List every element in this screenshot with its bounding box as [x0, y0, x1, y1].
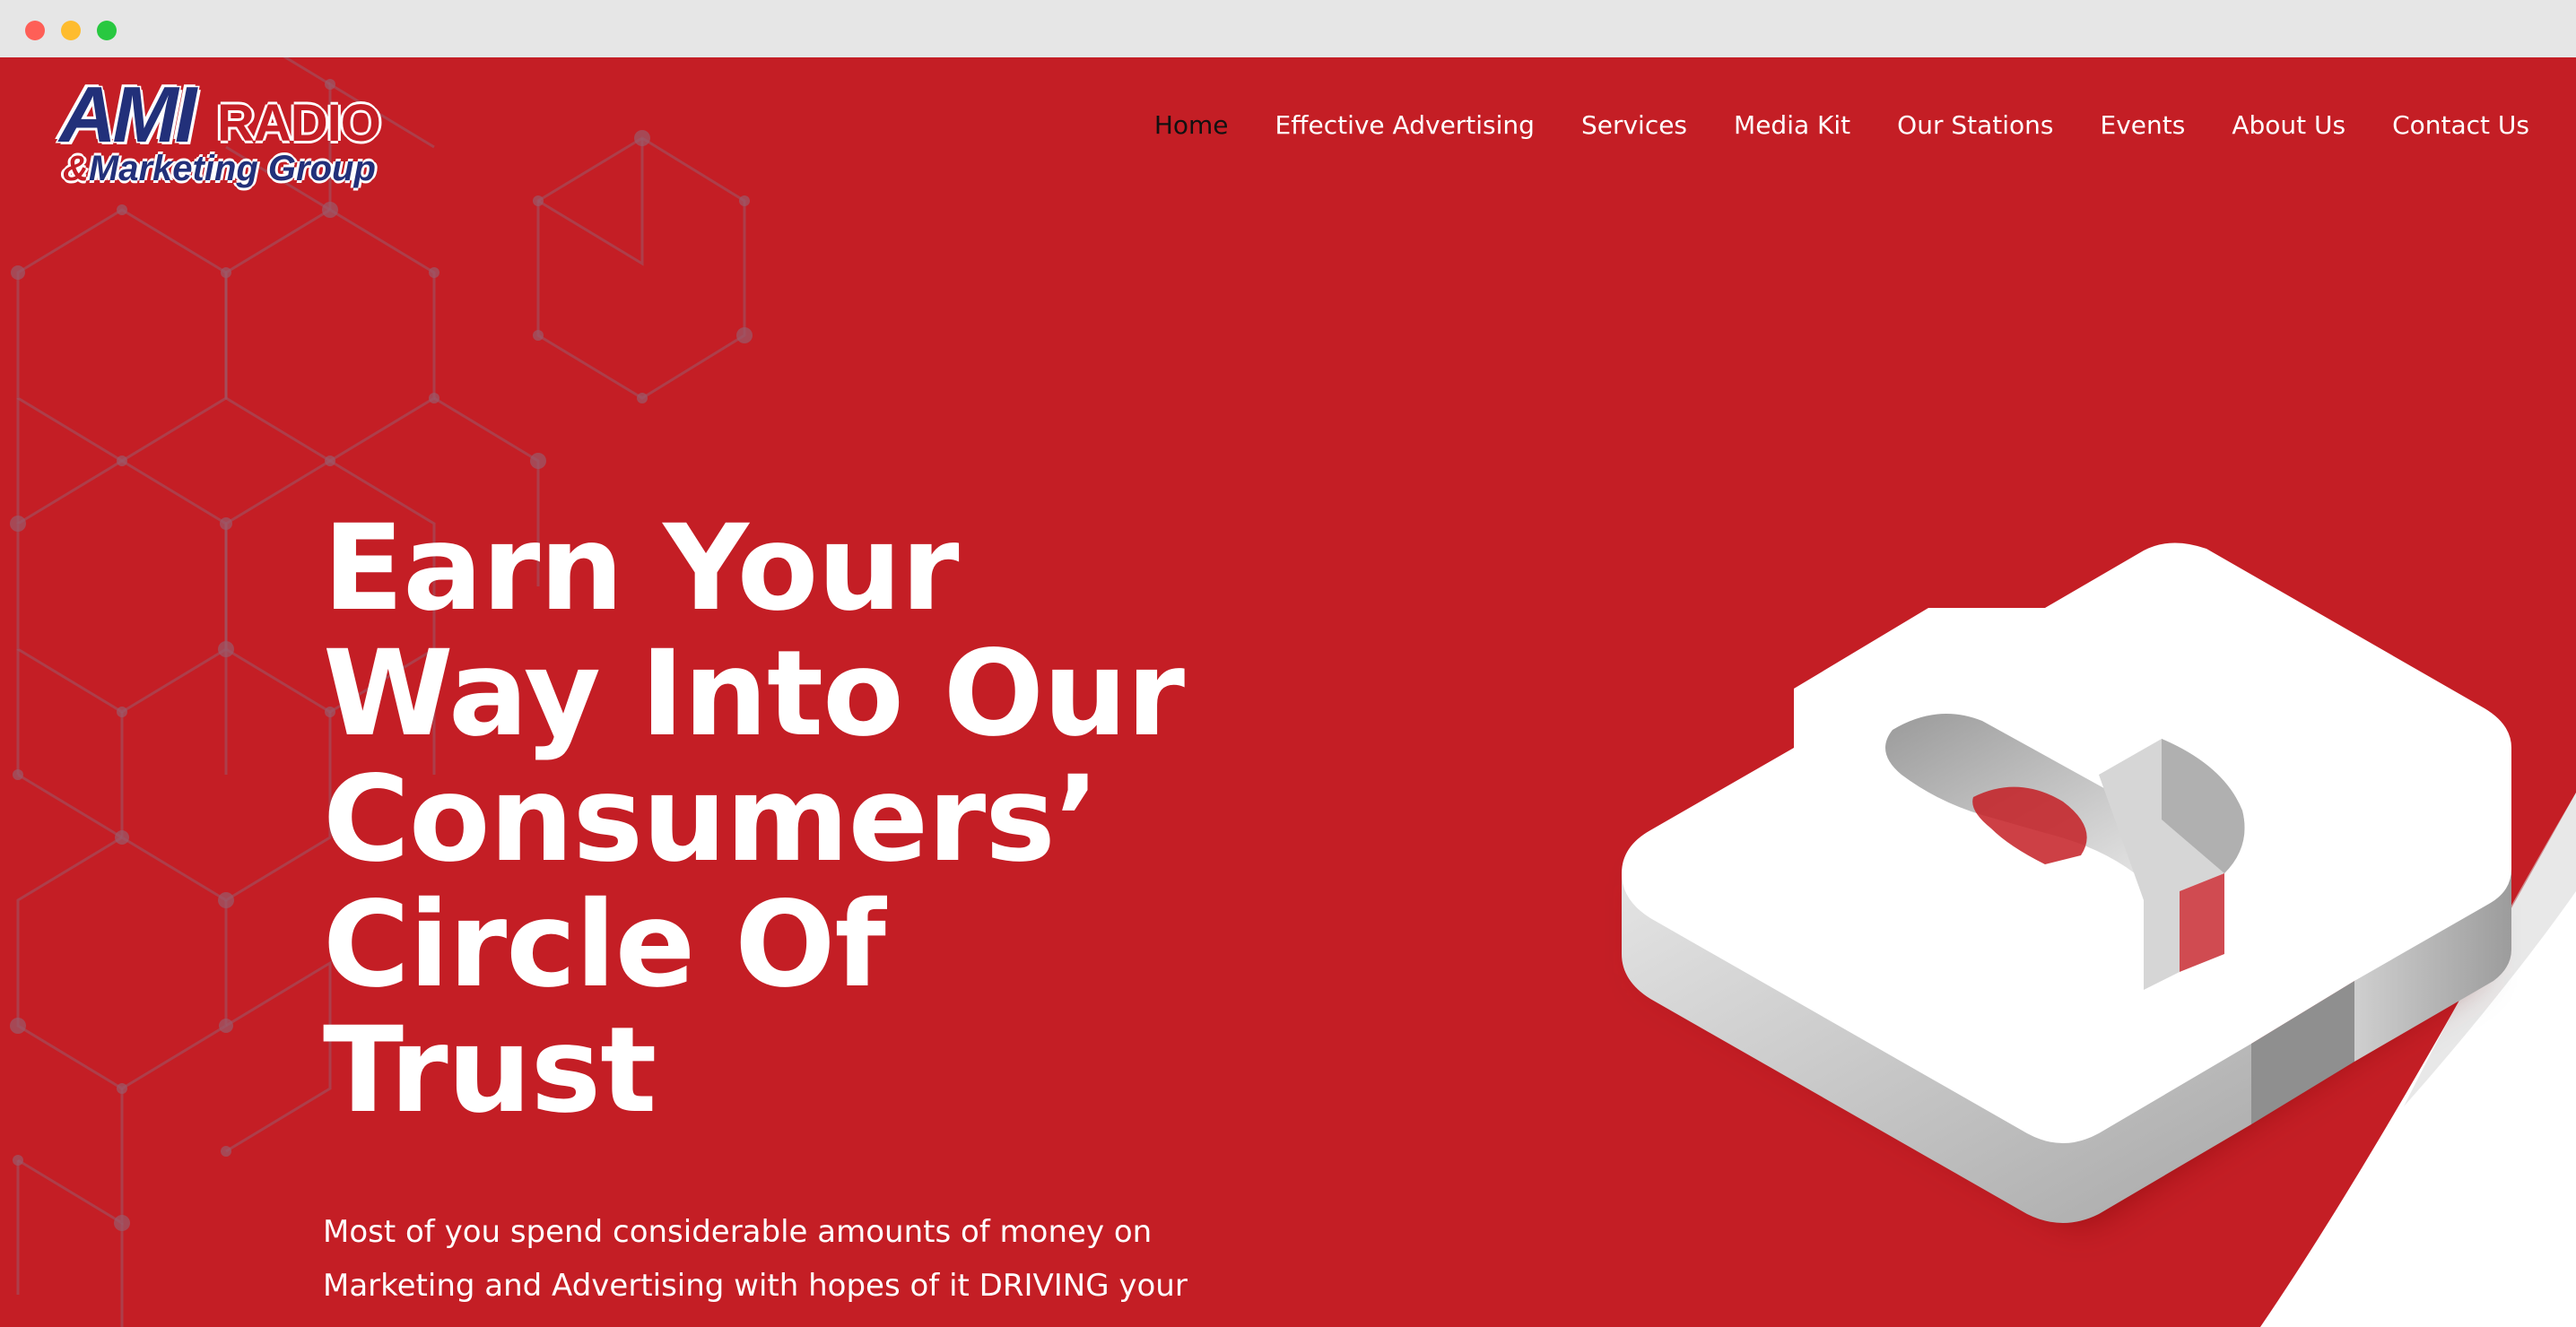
page: AMI RADIO &Marketing Group Home Effectiv… — [0, 57, 2576, 1327]
logo-radio-text: RADIO — [217, 94, 381, 152]
hero-title: Earn Your Way Into Our Consumers’ Circle… — [323, 506, 1310, 1133]
nav-item-services[interactable]: Services — [1581, 108, 1687, 143]
maximize-window-button[interactable] — [97, 21, 117, 40]
logo-ampersand: & — [63, 149, 89, 188]
hero-title-line: Circle Of — [323, 876, 886, 1014]
hero-title-line: Consumers’ — [323, 750, 1100, 889]
nav-item-effective-advertising[interactable]: Effective Advertising — [1275, 108, 1535, 143]
hero-title-line: Way Into Our — [323, 625, 1185, 763]
hero-title-line: Earn Your — [323, 499, 960, 637]
main-nav: Home Effective Advertising Services Medi… — [1108, 108, 2529, 143]
logo-subtitle: &Marketing Group — [63, 149, 376, 188]
minimize-window-button[interactable] — [61, 21, 81, 40]
hero-description: Most of you spend considerable amounts o… — [323, 1214, 1188, 1304]
logo-ami-text: AMI — [57, 69, 197, 160]
hero-title-line: Trust — [323, 1002, 657, 1140]
nav-item-our-stations[interactable]: Our Stations — [1897, 108, 2053, 143]
browser-chrome — [0, 0, 2576, 57]
ami-radio-logo[interactable]: AMI RADIO &Marketing Group — [57, 69, 382, 195]
logo-subtitle-text: Marketing Group — [88, 149, 376, 188]
nav-item-home[interactable]: Home — [1154, 108, 1229, 143]
nav-item-contact-us[interactable]: Contact Us — [2392, 108, 2529, 143]
nav-item-media-kit[interactable]: Media Kit — [1734, 108, 1850, 143]
nav-item-events[interactable]: Events — [2101, 108, 2186, 143]
3d-puzzle-piece-icon — [1622, 542, 2511, 1223]
close-window-button[interactable] — [25, 21, 45, 40]
nav-item-about-us[interactable]: About Us — [2232, 108, 2345, 143]
